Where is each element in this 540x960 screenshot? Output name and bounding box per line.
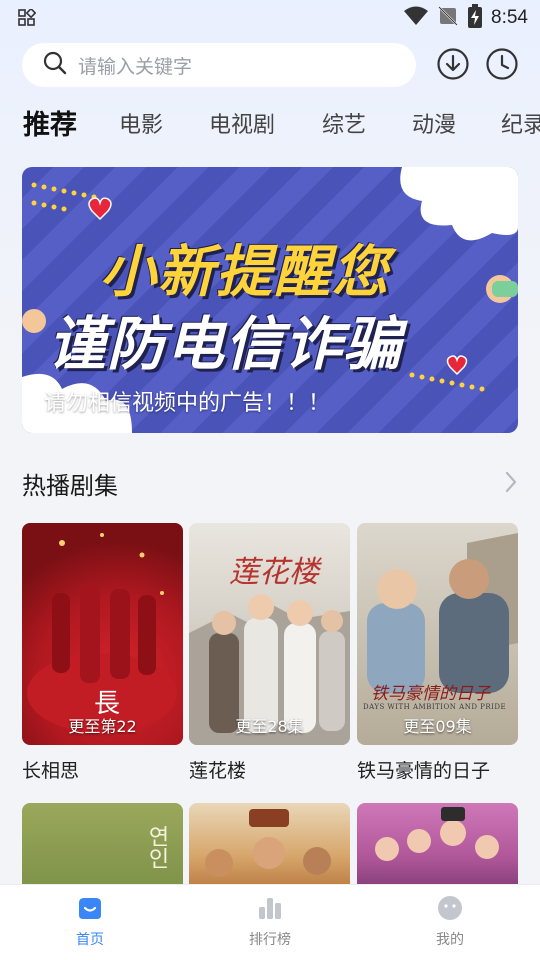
search-icon: [42, 50, 68, 80]
search-input[interactable]: 请输入关键字: [22, 43, 416, 87]
profile-icon: [436, 895, 464, 925]
history-icon[interactable]: [485, 47, 519, 81]
section-title: 热播剧集: [22, 472, 118, 500]
tab-tv-series[interactable]: 电视剧: [209, 104, 275, 148]
banner-caption: 请勿相信视频中的广告！！！: [44, 391, 331, 416]
poster-image: 莲花楼 更至28集: [189, 523, 350, 745]
download-icon[interactable]: [436, 47, 470, 81]
status-bar: 8:54: [0, 0, 540, 36]
drama-card[interactable]: 莲花楼 更至28集 莲花楼: [189, 523, 350, 783]
nav-home-label: 首页: [76, 932, 104, 948]
search-placeholder: 请输入关键字: [78, 55, 193, 78]
nav-ranking[interactable]: 排行榜: [220, 895, 320, 949]
episode-badge: 更至第22: [68, 717, 137, 736]
tab-recommend[interactable]: 推荐: [23, 104, 77, 148]
poster-image: 長 更至第22: [22, 523, 183, 745]
tab-documentary[interactable]: 纪录: [501, 104, 540, 148]
episode-badge: 更至09集: [403, 717, 472, 736]
drama-card[interactable]: 铁马豪情的日子 DAYS WITH AMBITION AND PRIDE 更至0…: [357, 523, 518, 783]
poster-subtitle-text: DAYS WITH AMBITION AND PRIDE: [363, 703, 507, 711]
drama-card[interactable]: 연인: [22, 803, 183, 893]
nav-ranking-label: 排行榜: [249, 932, 291, 948]
tab-anime[interactable]: 动漫: [412, 104, 456, 148]
banner-headline-2: 谨防电信诈骗: [48, 310, 403, 378]
tab-movie[interactable]: 电影: [119, 104, 163, 148]
poster-title-text: 铁马豪情的日子: [371, 684, 490, 704]
ranking-icon: [256, 895, 284, 925]
no-signal-icon: [437, 5, 459, 31]
drama-card[interactable]: [189, 803, 350, 893]
episode-badge: 更至28集: [235, 717, 304, 736]
tab-variety[interactable]: 综艺: [322, 104, 366, 148]
wifi-icon: [403, 5, 429, 31]
card-title: 铁马豪情的日子: [357, 760, 491, 782]
promo-banner[interactable]: 小新提醒您 谨防电信诈骗 请勿相信视频中的广告！！！: [22, 167, 518, 433]
category-tabs: 推荐 电影 电视剧 综艺 动漫 纪录: [0, 104, 540, 150]
nav-profile[interactable]: 我的: [400, 895, 500, 949]
drama-card[interactable]: 長 更至第22 长相思: [22, 523, 183, 783]
drama-card[interactable]: [357, 803, 518, 893]
status-time: 8:54: [491, 7, 528, 28]
nav-profile-label: 我的: [436, 932, 464, 948]
chevron-right-icon[interactable]: [504, 470, 518, 498]
app-grid-icon: [18, 7, 37, 31]
nav-home[interactable]: 首页: [40, 895, 140, 949]
card-title: 莲花楼: [189, 760, 247, 782]
bottom-nav: 首页 排行榜 我的: [0, 884, 540, 960]
home-icon: [76, 895, 104, 925]
banner-headline-1: 小新提醒您: [100, 240, 390, 305]
poster-image: 铁马豪情的日子 DAYS WITH AMBITION AND PRIDE 更至0…: [357, 523, 518, 745]
card-title: 长相思: [22, 760, 80, 782]
poster-title-text: 연인: [144, 825, 169, 869]
battery-icon: [467, 4, 483, 32]
poster-title-text: 莲花楼: [229, 555, 319, 590]
